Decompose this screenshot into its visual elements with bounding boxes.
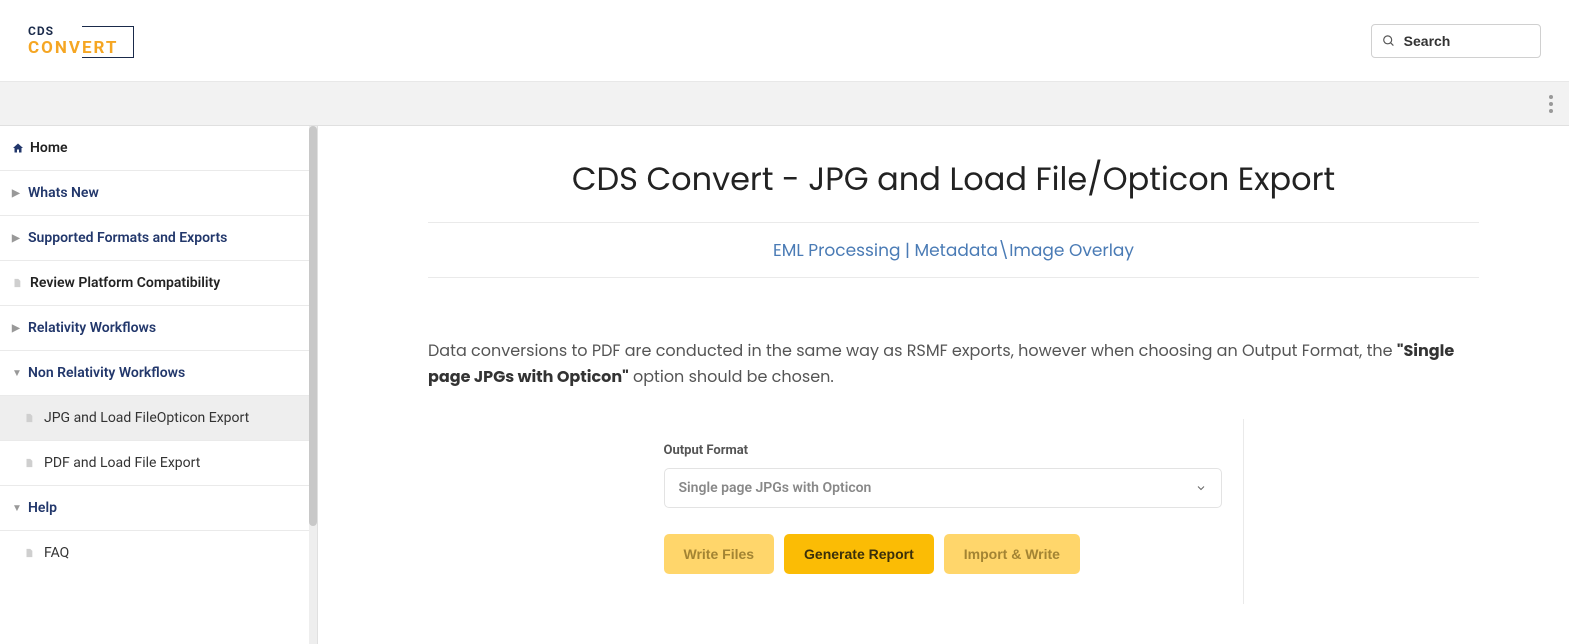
document-icon — [24, 547, 34, 559]
toolbar — [0, 82, 1569, 126]
scrollbar-track — [309, 126, 317, 644]
sidebar-item-label: Review Platform Compatibility — [30, 275, 220, 291]
page-title: CDS Convert - JPG and Load File/Opticon … — [428, 156, 1479, 204]
sidebar-item-label: Help — [28, 500, 57, 516]
sidebar-item-label: Supported Formats and Exports — [28, 230, 227, 246]
sidebar-item-non-relativity-workflows[interactable]: ▼ Non Relativity Workflows — [0, 351, 317, 396]
output-format-select[interactable]: Single page JPGs with Opticon — [664, 468, 1222, 508]
chevron-right-icon: ▶ — [12, 188, 22, 199]
search-input[interactable] — [1404, 33, 1530, 49]
sidebar-subitem-jpg-opticon[interactable]: JPG and Load FileOpticon Export — [0, 396, 317, 441]
button-row: Write Files Generate Report Import & Wri… — [664, 534, 1243, 574]
sidebar-subitem-faq[interactable]: FAQ — [0, 531, 317, 575]
write-files-button[interactable]: Write Files — [664, 534, 775, 574]
sidebar-subitem-pdf-export[interactable]: PDF and Load File Export — [0, 441, 317, 486]
chevron-down-icon: ▼ — [12, 368, 22, 379]
sidebar-item-review-platform[interactable]: Review Platform Compatibility — [0, 261, 317, 306]
app-header: CDS CONVERT — [0, 0, 1569, 82]
kebab-menu-icon[interactable] — [1543, 89, 1559, 119]
link-eml-processing[interactable]: EML Processing — [773, 238, 900, 262]
main-content: CDS Convert - JPG and Load File/Opticon … — [318, 126, 1569, 644]
generate-report-button[interactable]: Generate Report — [784, 534, 934, 574]
chevron-down-icon: ▼ — [12, 503, 22, 514]
divider — [428, 222, 1479, 223]
document-icon — [12, 277, 22, 289]
home-icon — [12, 142, 24, 154]
sidebar-item-whats-new[interactable]: ▶ Whats New — [0, 171, 317, 216]
sidebar-item-supported-formats[interactable]: ▶ Supported Formats and Exports — [0, 216, 317, 261]
sidebar-item-relativity-workflows[interactable]: ▶ Relativity Workflows — [0, 306, 317, 351]
divider — [428, 277, 1479, 278]
document-icon — [24, 412, 34, 424]
sidebar-item-label: Relativity Workflows — [28, 320, 156, 336]
output-panel: Output Format Single page JPGs with Opti… — [664, 419, 1244, 604]
sidebar-item-label: Home — [30, 140, 68, 156]
chevron-down-icon — [1195, 482, 1207, 494]
document-icon — [24, 457, 34, 469]
import-write-button[interactable]: Import & Write — [944, 534, 1080, 574]
search-icon — [1382, 33, 1396, 49]
sidebar-subitem-label: PDF and Load File Export — [44, 455, 200, 471]
chevron-right-icon: ▶ — [12, 233, 22, 244]
sidebar: Home ▶ Whats New ▶ Supported Formats and… — [0, 126, 318, 644]
search-box[interactable] — [1371, 24, 1541, 58]
sidebar-item-label: Non Relativity Workflows — [28, 365, 185, 381]
output-format-label: Output Format — [664, 443, 1243, 458]
link-separator: | — [905, 238, 915, 262]
sidebar-item-label: Whats New — [28, 185, 99, 201]
chevron-right-icon: ▶ — [12, 323, 22, 334]
sidebar-item-help[interactable]: ▼ Help — [0, 486, 317, 531]
scrollbar-thumb[interactable] — [309, 126, 317, 526]
sidebar-subitem-label: FAQ — [44, 545, 69, 561]
sidebar-item-home[interactable]: Home — [0, 126, 317, 171]
intro-paragraph: Data conversions to PDF are conducted in… — [428, 338, 1479, 389]
select-value: Single page JPGs with Opticon — [679, 480, 872, 496]
app-logo: CDS CONVERT — [28, 18, 128, 64]
sidebar-subitem-label: JPG and Load FileOpticon Export — [44, 410, 249, 426]
link-metadata-overlay[interactable]: Metadata\Image Overlay — [915, 238, 1135, 262]
breadcrumb-links: EML Processing | Metadata\Image Overlay — [428, 237, 1479, 263]
